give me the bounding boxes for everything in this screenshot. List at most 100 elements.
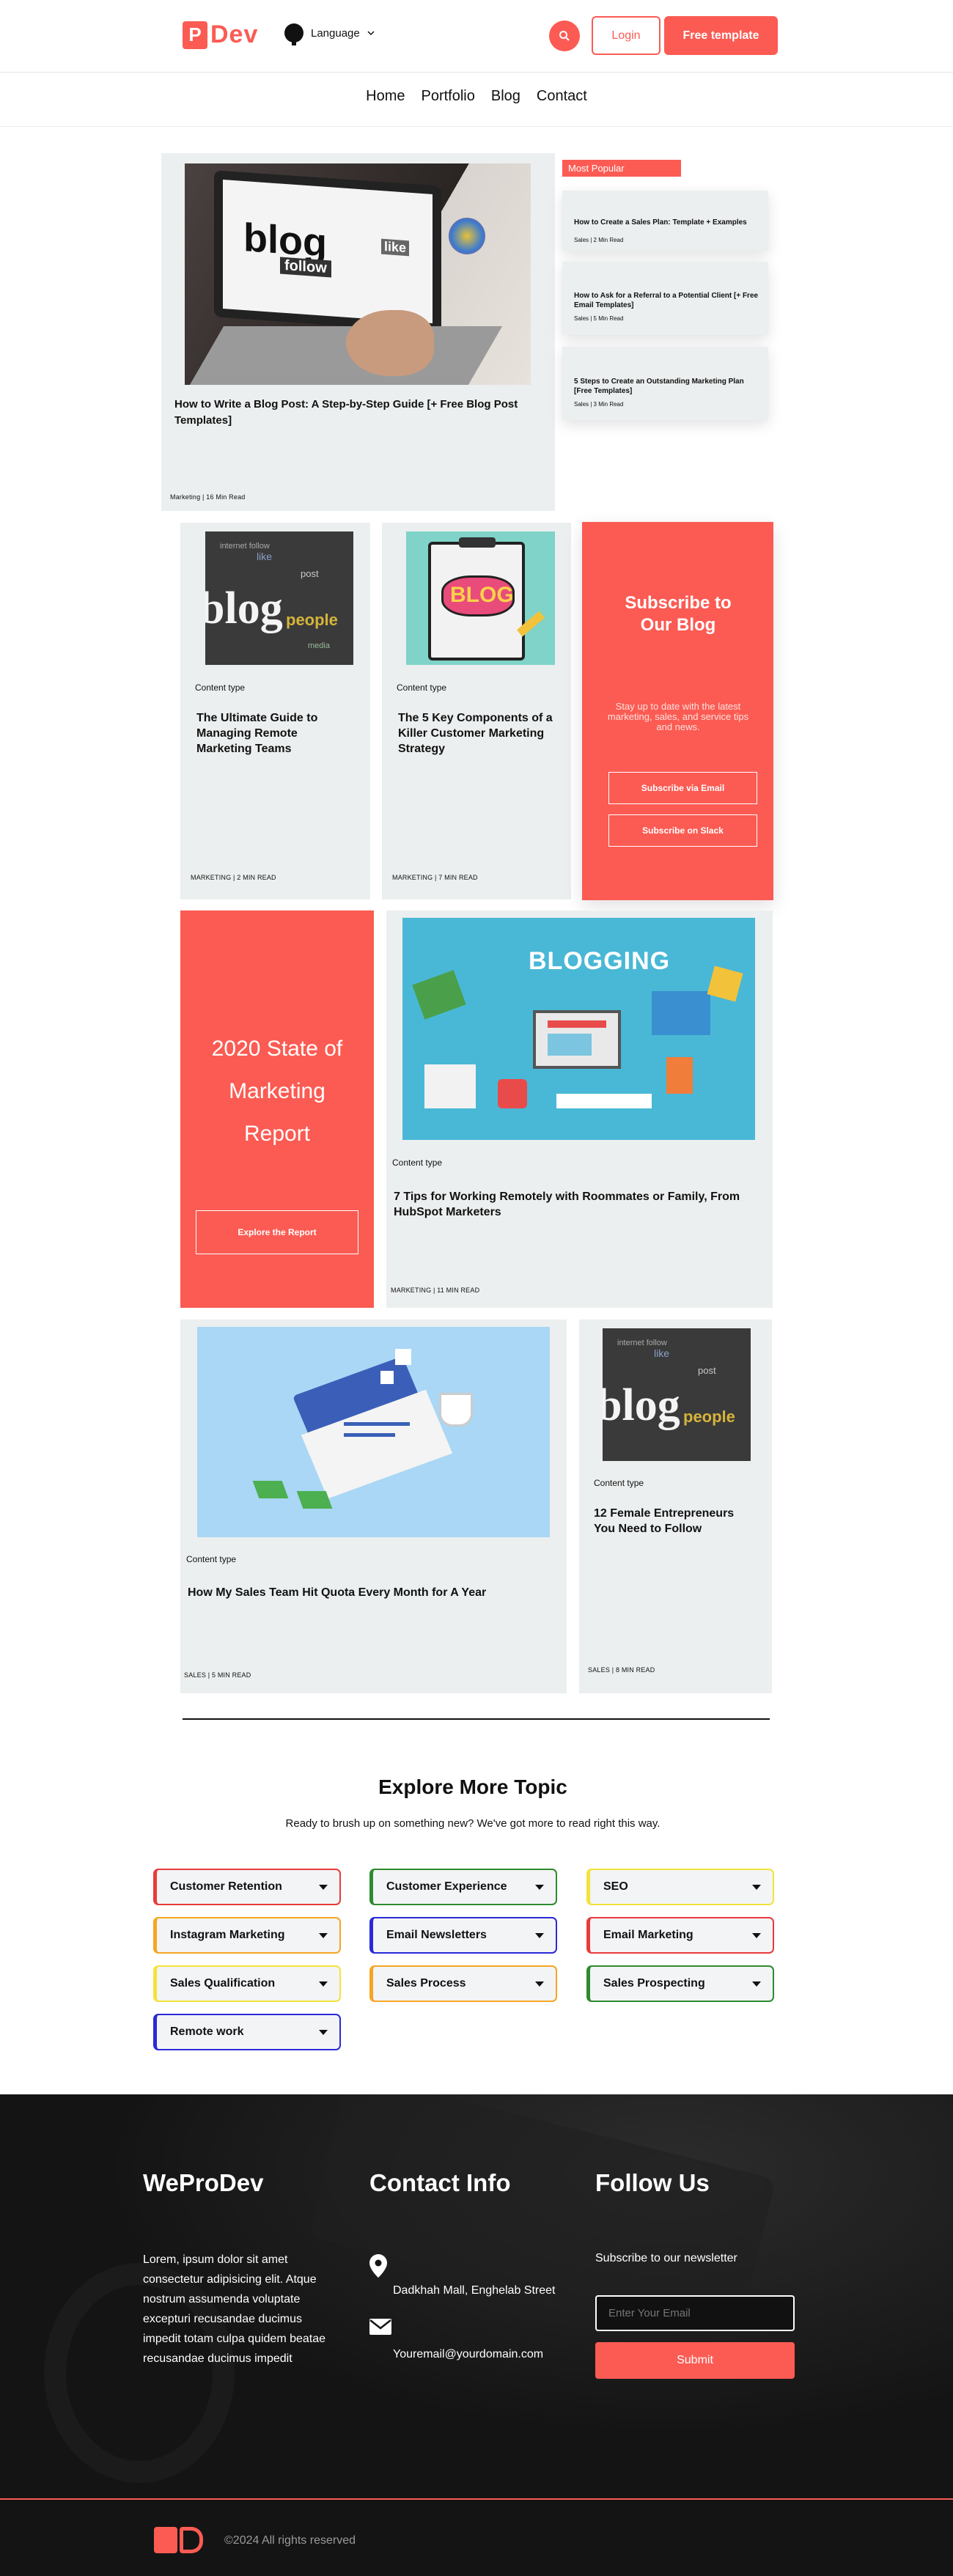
caret-down-icon (752, 1932, 761, 1938)
topic-dropdown[interactable]: Customer Retention (153, 1869, 341, 1905)
language-label: Language (311, 26, 360, 40)
post-title[interactable]: The Ultimate Guide to Managing Remote Ma… (196, 710, 343, 757)
post-meta: MARKETING | 7 MIN READ (392, 874, 478, 881)
most-popular-label: Most Popular (562, 160, 681, 177)
envelope-icon (369, 2319, 391, 2335)
popular-post-card-3[interactable]: 5 Steps to Create an Outstanding Marketi… (562, 347, 768, 420)
popular-post-meta: Sales | 5 Min Read (574, 315, 624, 322)
post-meta: MARKETING | 11 MIN READ (391, 1287, 480, 1294)
contact-title: Contact Info (369, 2169, 511, 2196)
featured-post-title[interactable]: How to Write a Blog Post: A Step-by-Step… (174, 397, 526, 429)
post-title[interactable]: 7 Tips for Working Remotely with Roommat… (394, 1189, 746, 1220)
post-card-wide[interactable]: Content type How My Sales Team Hit Quota… (180, 1320, 567, 1693)
image-word-like: like (381, 238, 410, 257)
content-type-label: Content type (397, 682, 447, 693)
footer-email[interactable]: Youremail@yourdomain.com (393, 2344, 543, 2364)
logo-text: Dev (210, 21, 259, 48)
nav-divider (0, 126, 953, 127)
copyright: ©2024 All rights reserved (224, 2534, 356, 2547)
topic-label: Sales Process (386, 1977, 466, 1990)
site-logo[interactable]: P Dev (183, 21, 258, 49)
caret-down-icon (752, 1981, 761, 1987)
popular-post-meta: Sales | 3 Min Read (574, 401, 624, 408)
image-word-follow: follow (280, 257, 331, 278)
footer-divider (0, 2498, 953, 2500)
post-meta: SALES | 8 MIN READ (588, 1666, 655, 1674)
post-meta: MARKETING | 2 MIN READ (191, 874, 276, 881)
featured-post-image: blog follow like (185, 163, 531, 385)
explore-subtitle: Ready to brush up on something new? We'v… (285, 1817, 661, 1830)
nav-blog[interactable]: Blog (491, 88, 520, 105)
caret-down-icon (535, 1884, 544, 1890)
post-image-blogging: BLOGGING (402, 918, 755, 1140)
topic-label: Instagram Marketing (170, 1929, 285, 1941)
newsletter-email-input[interactable] (595, 2295, 795, 2331)
topic-label: SEO (603, 1880, 628, 1893)
popular-post-card-1[interactable]: How to Create a Sales Plan: Template + E… (562, 191, 768, 251)
post-image-blog-words: blog people like internet follow post (603, 1328, 751, 1461)
post-card-wide[interactable]: BLOGGING Content type 7 Tips for Working… (386, 910, 773, 1308)
newsletter-submit-button[interactable]: Submit (595, 2342, 795, 2379)
footer-about: Lorem, ipsum dolor sit amet consectetur … (143, 2253, 326, 2365)
topic-dropdown[interactable]: Email Newsletters (369, 1917, 557, 1954)
topic-label: Customer Retention (170, 1880, 282, 1893)
newsletter-label: Subscribe to our newsletter (595, 2252, 737, 2264)
post-title[interactable]: The 5 Key Components of a Killer Custome… (398, 710, 559, 757)
nav-contact[interactable]: Contact (537, 88, 587, 105)
post-title[interactable]: 12 Female Entrepreneurs You Need to Foll… (594, 1506, 748, 1537)
post-card[interactable]: blog people like internet follow post me… (180, 523, 370, 899)
topic-dropdown[interactable]: Sales Process (369, 1965, 557, 2002)
chevron-down-icon (367, 30, 375, 35)
topic-label: Remote work (170, 2025, 244, 2038)
subscribe-email-button[interactable]: Subscribe via Email (608, 772, 757, 804)
nav-home[interactable]: Home (366, 88, 405, 105)
post-image-laptop-document (197, 1327, 550, 1537)
site-footer: WeProDev Lorem, ipsum dolor sit amet con… (0, 2094, 953, 2576)
caret-down-icon (752, 1884, 761, 1890)
explore-title: Explore More Topic (378, 1775, 567, 1798)
nav-portfolio[interactable]: Portfolio (422, 88, 475, 105)
topic-dropdown[interactable]: Email Marketing (586, 1917, 774, 1954)
popular-post-meta: Sales | 2 Min Read (574, 237, 624, 243)
caret-down-icon (319, 2029, 328, 2035)
header-divider (0, 72, 953, 73)
login-button[interactable]: Login (592, 16, 661, 55)
popular-post-card-2[interactable]: How to Ask for a Referral to a Potential… (562, 262, 768, 335)
main-nav: Home Portfolio Blog Contact (0, 88, 953, 105)
explore-report-button[interactable]: Explore the Report (196, 1210, 358, 1254)
language-selector[interactable]: Language (284, 23, 375, 45)
subscribe-title: Subscribe to Our Blog (625, 593, 732, 635)
featured-post-meta: Marketing | 16 Min Read (170, 493, 246, 501)
report-title: 2020 State of Marketing Report (211, 1037, 343, 1146)
featured-post-card[interactable]: blog follow like How to Write a Blog Pos… (161, 153, 555, 511)
search-button[interactable] (549, 21, 580, 51)
search-icon (559, 31, 570, 41)
topic-dropdown[interactable]: SEO (586, 1869, 774, 1905)
topic-label: Customer Experience (386, 1880, 507, 1893)
post-card[interactable]: BLOG Content type The 5 Key Components o… (382, 523, 571, 899)
topic-dropdown[interactable]: Sales Qualification (153, 1965, 341, 2002)
topic-label: Email Newsletters (386, 1929, 487, 1941)
content-type-label: Content type (186, 1554, 237, 1564)
topic-dropdown[interactable]: Sales Prospecting (586, 1965, 774, 2002)
report-card: 2020 State of Marketing Report Explore t… (180, 910, 374, 1308)
content-type-label: Content type (392, 1158, 443, 1168)
footer-logo-text (180, 2527, 203, 2553)
popular-post-title[interactable]: How to Ask for a Referral to a Potential… (574, 291, 761, 310)
content-type-label: Content type (594, 1478, 644, 1488)
popular-post-title[interactable]: How to Create a Sales Plan: Template + E… (574, 218, 757, 227)
free-template-button[interactable]: Free template (664, 16, 778, 55)
footer-logo (154, 2527, 203, 2553)
post-card[interactable]: blog people like internet follow post Co… (579, 1320, 772, 1693)
topic-dropdown[interactable]: Remote work (153, 2014, 341, 2050)
topic-dropdown[interactable]: Customer Experience (369, 1869, 557, 1905)
subscribe-slack-button[interactable]: Subscribe on Slack (608, 814, 757, 847)
post-image-blog-words: blog people like internet follow post me… (205, 531, 353, 665)
popular-post-title[interactable]: 5 Steps to Create an Outstanding Marketi… (574, 377, 761, 396)
post-title[interactable]: How My Sales Team Hit Quota Every Month … (188, 1585, 554, 1600)
topic-dropdown[interactable]: Instagram Marketing (153, 1917, 341, 1954)
section-divider (183, 1718, 770, 1720)
topic-label: Email Marketing (603, 1929, 693, 1941)
caret-down-icon (319, 1884, 328, 1890)
subscribe-card: Subscribe to Our Blog Stay up to date wi… (582, 522, 773, 900)
